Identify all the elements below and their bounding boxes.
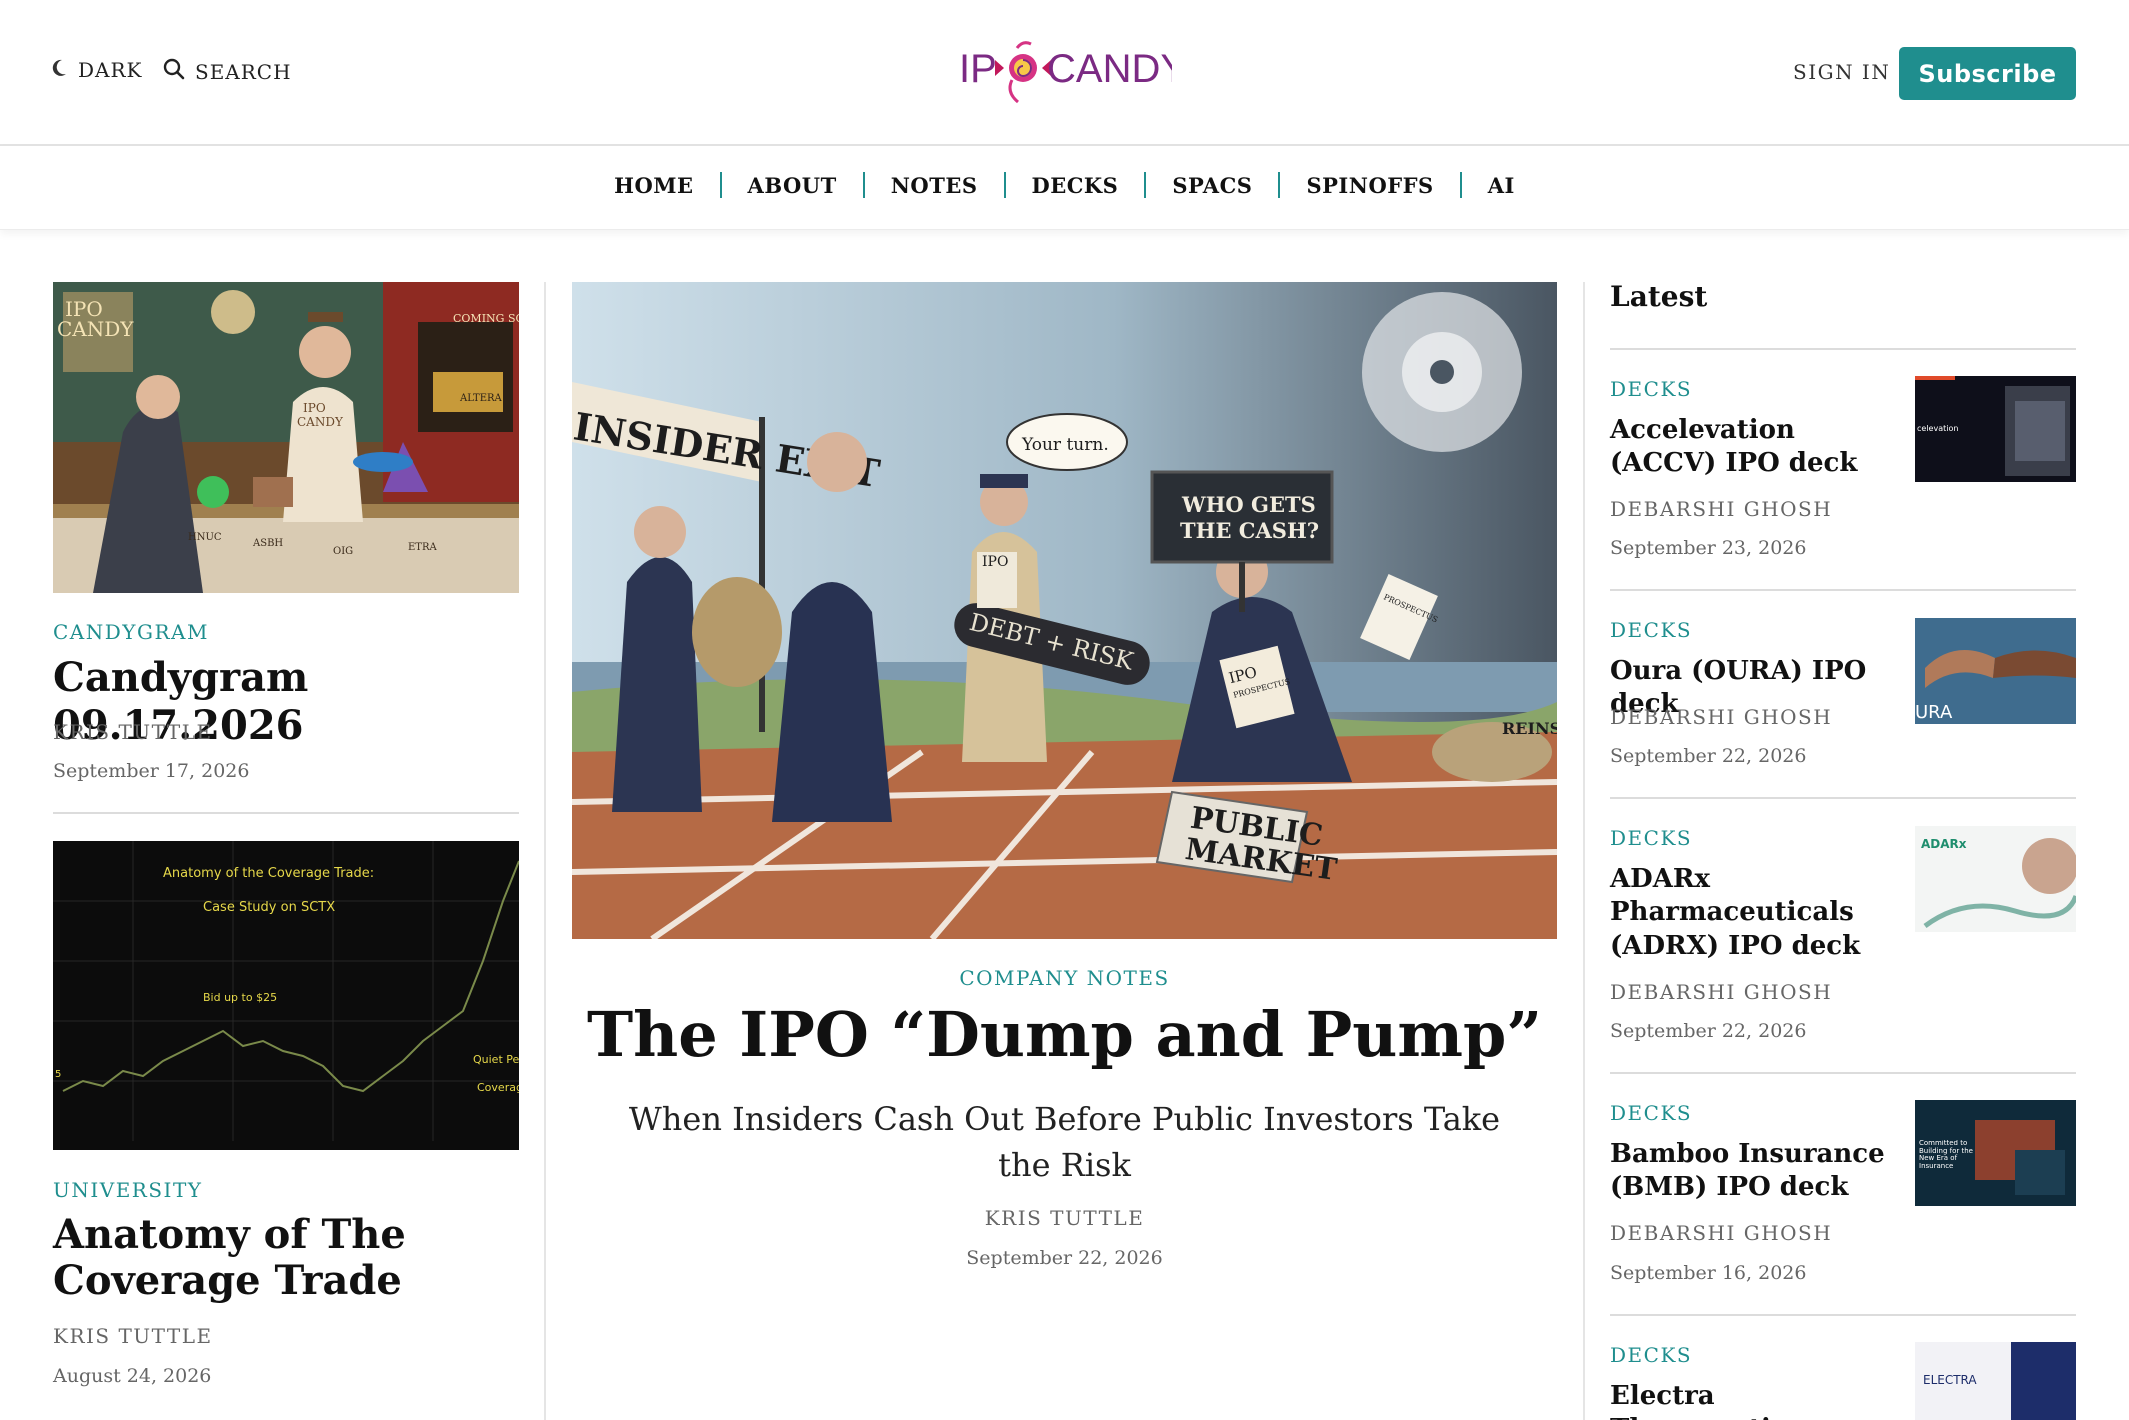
image-text: Bid up to $25 bbox=[203, 991, 277, 1004]
image-text: IPO bbox=[303, 401, 326, 415]
post-author[interactable]: KRIS TUTTLE bbox=[53, 1324, 213, 1348]
latest-category[interactable]: DECKS bbox=[1610, 1101, 1692, 1125]
dark-mode-label: DARK bbox=[78, 58, 143, 82]
latest-date: September 22, 2026 bbox=[1610, 1020, 1807, 1042]
post-category[interactable]: UNIVERSITY bbox=[53, 1178, 203, 1202]
site-logo[interactable]: IP CANDY bbox=[957, 40, 1187, 106]
image-text: REINSU bbox=[1502, 719, 1557, 738]
subscribe-button[interactable]: Subscribe bbox=[1899, 47, 2076, 100]
latest-date: September 16, 2026 bbox=[1610, 1262, 1807, 1284]
featured-date: September 22, 2026 bbox=[966, 1247, 1163, 1269]
latest-title[interactable]: ADARx Pharmaceuticals (ADRX) IPO deck bbox=[1610, 863, 1900, 963]
image-text: Anatomy of the Coverage Trade: bbox=[163, 866, 374, 881]
search-label: SEARCH bbox=[195, 59, 292, 84]
image-text: ADARx bbox=[1921, 837, 1967, 851]
image-text: IPO bbox=[982, 554, 1008, 570]
logo-text-left: IP bbox=[959, 47, 997, 91]
latest-author[interactable]: DEBARSHI GHOSH bbox=[1610, 705, 1832, 729]
nav-spacs[interactable]: SPACS bbox=[1146, 173, 1278, 198]
image-text: CANDY bbox=[57, 317, 134, 341]
nav-home[interactable]: HOME bbox=[588, 173, 719, 198]
image-text: 5 bbox=[55, 1069, 61, 1080]
moon-icon bbox=[52, 58, 68, 82]
image-text: celevation bbox=[1917, 424, 1958, 433]
image-text: OIG bbox=[333, 546, 353, 557]
latest-heading: Latest bbox=[1610, 280, 1708, 313]
candy-icon bbox=[995, 41, 1051, 104]
image-text: URA bbox=[1915, 702, 1953, 723]
latest-thumbnail[interactable]: URA bbox=[1915, 618, 2076, 724]
post-category[interactable]: CANDYGRAM bbox=[53, 620, 209, 644]
latest-thumbnail[interactable]: ELECTRA bbox=[1915, 1342, 2076, 1420]
post-date: September 17, 2026 bbox=[53, 760, 250, 782]
search-button[interactable]: SEARCH bbox=[163, 58, 292, 85]
image-text: Quiet Per bbox=[473, 1053, 519, 1066]
latest-thumbnail[interactable]: Committed to Building for the New Era of… bbox=[1915, 1100, 2076, 1206]
post-title[interactable]: Anatomy of The Coverage Trade bbox=[53, 1211, 523, 1305]
dark-mode-toggle[interactable]: DARK bbox=[52, 58, 142, 82]
nav-notes[interactable]: NOTES bbox=[865, 173, 1004, 198]
sidebar-divider bbox=[1610, 1314, 2076, 1316]
nav-spinoffs[interactable]: SPINOFFS bbox=[1280, 173, 1459, 198]
main-nav: HOME ABOUT NOTES DECKS SPACS SPINOFFS AI bbox=[0, 146, 2129, 230]
post-author[interactable]: KRIS TUTTLE bbox=[53, 720, 213, 744]
search-icon bbox=[163, 58, 185, 85]
latest-thumbnail[interactable]: celevation bbox=[1915, 376, 2076, 482]
image-text: THE CASH? bbox=[1180, 518, 1319, 543]
image-text: CANDY bbox=[297, 415, 344, 429]
nav-decks[interactable]: DECKS bbox=[1006, 173, 1145, 198]
featured-subtitle: When Insiders Cash Out Before Public Inv… bbox=[628, 1100, 1501, 1185]
featured-category[interactable]: COMPANY NOTES bbox=[572, 966, 1557, 990]
image-text: ALTERA bbox=[459, 393, 503, 404]
image-text: Committed to Building for the New Era of… bbox=[1919, 1140, 1973, 1171]
site-header: DARK SEARCH IP CANDY SIGN IN Subscribe bbox=[0, 0, 2129, 146]
latest-author[interactable]: DEBARSHI GHOSH bbox=[1610, 497, 1832, 521]
image-text: WHO GETS bbox=[1181, 492, 1316, 517]
nav-ai[interactable]: AI bbox=[1462, 173, 1541, 198]
image-text: Your turn. bbox=[1021, 435, 1109, 455]
latest-category[interactable]: DECKS bbox=[1610, 1343, 1692, 1367]
coverage-trade-image[interactable]: Anatomy of the Coverage Trade: Case Stud… bbox=[53, 841, 519, 1150]
post-date: August 24, 2026 bbox=[53, 1365, 212, 1387]
featured-author[interactable]: KRIS TUTTLE bbox=[572, 1206, 1557, 1230]
latest-title[interactable]: Bamboo Insurance (BMB) IPO deck bbox=[1610, 1138, 1900, 1205]
latest-title[interactable]: Electra Therapeutics bbox=[1610, 1380, 1910, 1420]
latest-category[interactable]: DECKS bbox=[1610, 826, 1692, 850]
latest-date: September 22, 2026 bbox=[1610, 745, 1807, 767]
latest-title[interactable]: Accelevation (ACCV) IPO deck bbox=[1610, 414, 1900, 481]
latest-category[interactable]: DECKS bbox=[1610, 618, 1692, 642]
column-divider bbox=[1583, 282, 1585, 1420]
latest-date: September 23, 2026 bbox=[1610, 537, 1807, 559]
nav-about[interactable]: ABOUT bbox=[722, 173, 863, 198]
sidebar-divider bbox=[1610, 797, 2076, 799]
logo-text-right: CANDY bbox=[1047, 47, 1172, 91]
latest-author[interactable]: DEBARSHI GHOSH bbox=[1610, 980, 1832, 1004]
sidebar-divider bbox=[1610, 589, 2076, 591]
featured-title[interactable]: The IPO “Dump and Pump” bbox=[572, 998, 1557, 1072]
sidebar-divider bbox=[1610, 1072, 2076, 1074]
candygram-image[interactable]: IPO CANDY COMING SOON ALTERA HNUC ASBH O… bbox=[53, 282, 519, 593]
image-text: Case Study on SCTX bbox=[203, 900, 335, 915]
sign-in-link[interactable]: SIGN IN bbox=[1793, 60, 1890, 84]
image-text: COMING SOON bbox=[453, 312, 519, 325]
latest-thumbnail[interactable]: ADARx bbox=[1915, 826, 2076, 932]
image-text: ELECTRA bbox=[1923, 1373, 1977, 1387]
image-text: HNUC bbox=[188, 532, 222, 543]
sidebar-divider bbox=[1610, 348, 2076, 350]
image-text: ETRA bbox=[408, 542, 437, 553]
latest-category[interactable]: DECKS bbox=[1610, 377, 1692, 401]
latest-author[interactable]: DEBARSHI GHOSH bbox=[1610, 1221, 1832, 1245]
image-text: ASBH bbox=[252, 538, 283, 549]
featured-image[interactable]: INSIDER EXIT DEBT + RISK Your turn. IPO … bbox=[572, 282, 1557, 939]
post-divider bbox=[53, 812, 519, 814]
column-divider bbox=[544, 282, 546, 1420]
image-text: Coverage bbox=[477, 1081, 519, 1094]
